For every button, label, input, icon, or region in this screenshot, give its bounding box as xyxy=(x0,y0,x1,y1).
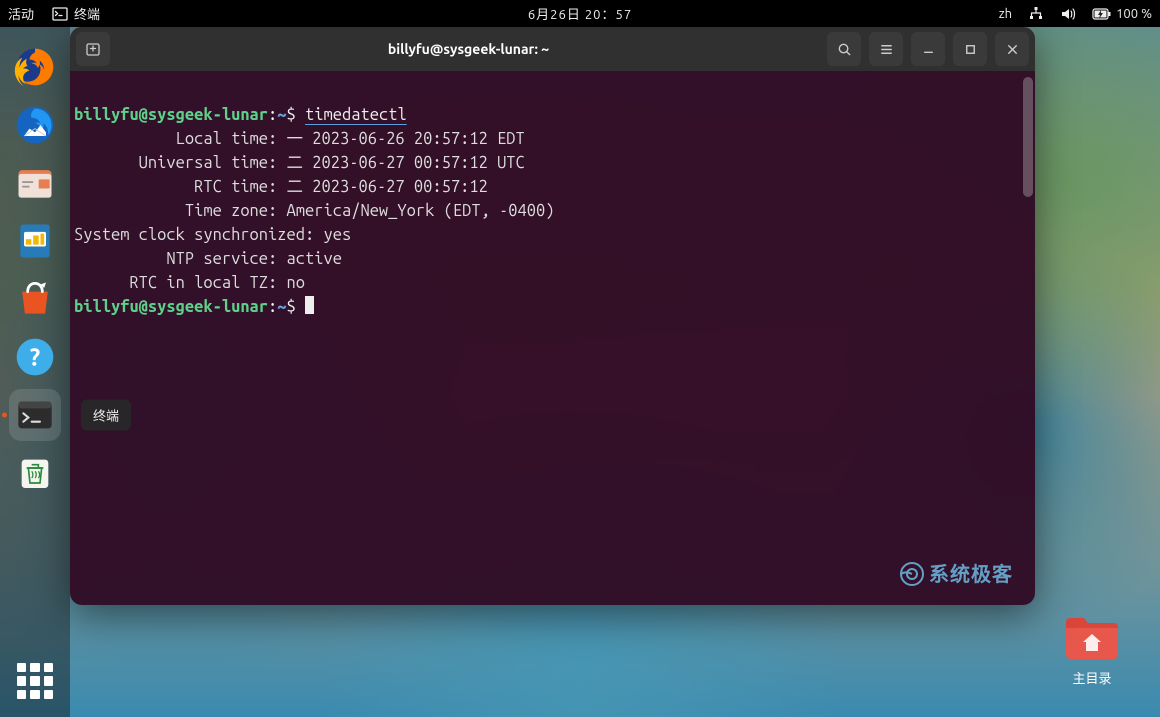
prompt-user: billyfu@sysgeek-lunar xyxy=(74,106,268,124)
prompt-dollar: $ xyxy=(287,106,296,124)
output-universal-time: Universal time: 二 2023-06-27 00:57:12 UT… xyxy=(74,154,525,172)
output-rtc-local: RTC in local TZ: no xyxy=(74,274,305,292)
dock-tooltip: 终端 xyxy=(81,400,131,431)
prompt-user-2: billyfu@sysgeek-lunar xyxy=(74,298,268,316)
input-method-indicator[interactable]: zh xyxy=(999,7,1012,21)
new-tab-button[interactable] xyxy=(76,32,110,66)
volume-icon[interactable] xyxy=(1060,6,1076,22)
output-ntp: NTP service: active xyxy=(74,250,342,268)
dock-files[interactable] xyxy=(9,157,61,209)
svg-text:?: ? xyxy=(30,343,40,370)
command-text: timedatectl xyxy=(305,106,407,124)
battery-icon xyxy=(1092,8,1112,20)
terminal-scrollbar[interactable] xyxy=(1023,77,1033,197)
prompt-colon: : xyxy=(268,106,277,124)
maximize-button[interactable] xyxy=(953,32,987,66)
network-icon[interactable] xyxy=(1028,6,1044,22)
activities-button[interactable]: 活动 xyxy=(8,4,34,23)
dock-software-center[interactable] xyxy=(9,273,61,325)
output-timezone: Time zone: America/New_York (EDT, -0400) xyxy=(74,202,555,220)
topbar-datetime[interactable]: 6月26日 20：57 xyxy=(528,4,632,23)
dock-firefox[interactable] xyxy=(9,41,61,93)
battery-percent: 100 % xyxy=(1116,7,1152,21)
search-button[interactable] xyxy=(827,32,861,66)
dock-terminal[interactable]: 终端 xyxy=(9,389,61,441)
dock-thunderbird[interactable] xyxy=(9,99,61,151)
desktop-home-label: 主目录 xyxy=(1072,668,1111,687)
output-sync: System clock synchronized: yes xyxy=(74,226,351,244)
terminal-icon xyxy=(52,6,68,22)
home-folder-icon xyxy=(1064,614,1120,660)
menu-button[interactable] xyxy=(869,32,903,66)
minimize-button[interactable] xyxy=(911,32,945,66)
dock: ? 终端 xyxy=(0,27,70,717)
watermark: 系统极客 xyxy=(899,561,1013,587)
dock-libreoffice-impress[interactable] xyxy=(9,215,61,267)
battery-indicator[interactable]: 100 % xyxy=(1092,7,1152,21)
topbar-app-label: 终端 xyxy=(74,4,100,23)
window-title: billyfu@sysgeek-lunar: ~ xyxy=(110,41,827,57)
terminal-window: billyfu@sysgeek-lunar: ~ billyfu@sysgeek… xyxy=(70,27,1035,605)
terminal-titlebar[interactable]: billyfu@sysgeek-lunar: ~ xyxy=(70,27,1035,71)
cursor xyxy=(305,296,314,314)
watermark-text: 系统极客 xyxy=(929,562,1013,586)
dock-show-applications[interactable] xyxy=(17,663,53,699)
topbar-app-menu[interactable]: 终端 xyxy=(52,4,100,23)
prompt-path: ~ xyxy=(277,106,286,124)
dock-help[interactable]: ? xyxy=(9,331,61,383)
output-local-time: Local time: 一 2023-06-26 20:57:12 EDT xyxy=(74,130,525,148)
output-rtc-time: RTC time: 二 2023-06-27 00:57:12 xyxy=(74,178,488,196)
desktop-home-folder[interactable]: 主目录 xyxy=(1064,614,1120,687)
prompt-path-2: ~ xyxy=(277,298,286,316)
watermark-icon xyxy=(899,561,925,587)
dock-trash[interactable] xyxy=(9,447,61,499)
terminal-body[interactable]: billyfu@sysgeek-lunar:~$ timedatectl Loc… xyxy=(70,71,1035,605)
close-button[interactable] xyxy=(995,32,1029,66)
system-topbar: 活动 终端 6月26日 20：57 zh 100 % xyxy=(0,0,1160,27)
